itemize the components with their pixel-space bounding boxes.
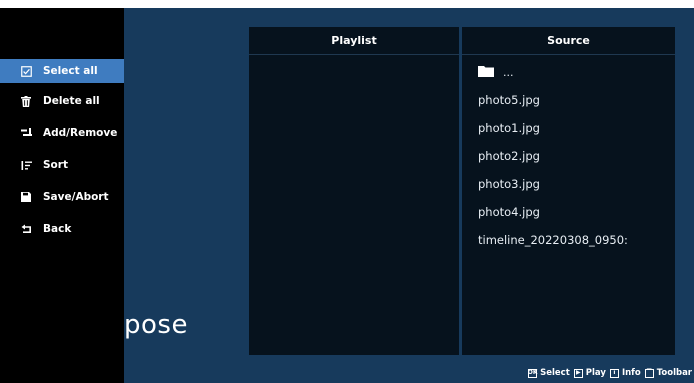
menu-item-label: Select all [43,65,98,77]
hint-label: Play [585,368,606,378]
media-playlist-screen: pose Select all Delete all Add/Remove So… [0,8,694,383]
playlist-header: Playlist [249,27,459,55]
source-file-item[interactable]: photo1.jpg [478,119,540,137]
parent-folder-item[interactable]: ... [478,64,514,82]
menu-item-label: Save/Abort [43,191,109,203]
ok-key-icon: OK [527,368,538,378]
toolbar-key-icon: ▔ [644,368,654,378]
menu-item-add-remove[interactable]: Add/Remove [0,121,124,145]
hint-label: Toolbar [656,368,692,378]
info-key-icon: i [609,368,619,378]
key-hint-bar: OK Select ▶ Play i Info ▔ Toolbar [524,366,694,380]
back-icon [19,222,33,236]
play-key-icon: ▶ [573,368,583,378]
hint-label: Select [540,368,570,378]
menu-item-label: Delete all [43,95,100,107]
menu-item-label: Add/Remove [43,127,118,139]
menu-item-back[interactable]: Back [0,217,124,241]
checkbox-icon [19,64,33,78]
source-file-item[interactable]: photo4.jpg [478,203,540,221]
menu-item-select-all[interactable]: Select all [0,59,124,83]
hint-play: ▶ Play [573,368,606,378]
save-icon [19,190,33,204]
playlist-panel[interactable]: Playlist [249,27,459,355]
menu-item-save-abort[interactable]: Save/Abort [0,185,124,209]
sort-icon [19,158,33,172]
menu-item-sort[interactable]: Sort [0,153,124,177]
parent-folder-label: ... [503,66,514,79]
menu-item-label: Sort [43,159,68,171]
background-title-fragment: pose [124,310,188,340]
source-file-item[interactable]: timeline_20220308_0950: [478,231,628,249]
source-panel[interactable]: Source ... photo5.jpg photo1.jpg photo2.… [462,27,675,355]
side-menu: Select all Delete all Add/Remove Sort Sa… [0,8,124,383]
source-file-item[interactable]: photo5.jpg [478,91,540,109]
hint-select: OK Select [528,368,570,378]
trash-icon [19,94,33,108]
source-file-item[interactable]: photo2.jpg [478,147,540,165]
hint-toolbar: ▔ Toolbar [644,368,692,378]
source-header: Source [462,27,675,55]
source-file-item[interactable]: photo3.jpg [478,175,540,193]
add-remove-icon [19,126,33,140]
menu-item-label: Back [43,223,72,235]
folder-icon [478,64,494,82]
hint-info: i Info [609,368,641,378]
hint-label: Info [621,368,641,378]
menu-item-delete-all[interactable]: Delete all [0,89,124,113]
